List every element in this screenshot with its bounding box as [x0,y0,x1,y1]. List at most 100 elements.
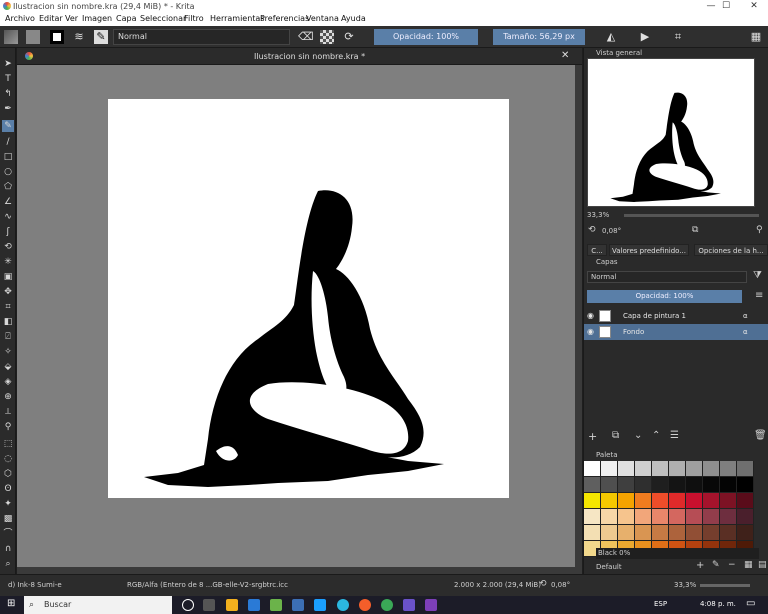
menu-imagen[interactable]: Imagen [82,14,112,23]
move-down-icon[interactable]: ⌄ [634,430,642,441]
menu-editar[interactable]: Editar [39,14,63,23]
freehand-path-icon[interactable]: ʃ [2,226,14,238]
visibility-eye-icon[interactable]: ◉ [587,308,594,324]
palette-swatch[interactable] [584,477,601,493]
task-view-icon[interactable] [203,599,215,611]
palette-settings-icon[interactable]: ▤ [758,560,767,570]
reference-tool-icon[interactable]: ⚲ [2,421,14,433]
palette-swatch[interactable] [737,509,754,525]
alpha-lock-icon[interactable]: α [743,324,748,340]
ellipse-select-icon[interactable]: ◌ [2,453,14,465]
palette-swatch[interactable] [703,525,720,541]
alpha-lock-icon[interactable] [320,30,334,44]
palette-swatch[interactable] [720,509,737,525]
text-tool-icon[interactable]: T [2,73,14,85]
ellipse-tool-icon[interactable]: ○ [2,166,14,178]
palette-swatch[interactable] [669,477,686,493]
palette-swatch[interactable] [669,461,686,477]
palette-swatch[interactable] [635,493,652,509]
palette-swatch[interactable] [669,493,686,509]
zoom-slider[interactable] [700,584,750,587]
palette-swatch[interactable] [601,509,618,525]
xbox-icon[interactable] [270,599,282,611]
palette-swatch[interactable] [703,461,720,477]
vertical-scrollbar[interactable] [575,65,582,574]
cortana-icon[interactable] [182,599,194,611]
zoom-tool-icon[interactable]: ⌕ [2,558,14,570]
layer-opacity-slider[interactable]: Opacidad: 100% [587,290,742,303]
freehand-brush-icon[interactable]: ✎ [2,120,14,132]
color-picker-icon[interactable]: ⍁ [2,331,14,343]
crop-tool-icon[interactable]: ⌗ [2,301,14,313]
tab-presets[interactable]: Valores predefinido... [609,244,689,256]
palette-swatch[interactable] [669,509,686,525]
palette-swatch[interactable] [669,525,686,541]
palette-grid-icon[interactable]: ▦ [744,560,753,570]
pin-icon[interactable]: ⚲ [756,225,763,235]
magnetic-select-icon[interactable]: ∩ [2,543,14,555]
move-up-icon[interactable]: ⌃ [652,430,660,441]
mirror-horizontal-icon[interactable]: ◭ [604,30,618,44]
menu-herramientas[interactable]: Herramientas [210,14,265,23]
krita-taskbar-icon[interactable] [425,599,437,611]
palette-set-name[interactable]: Default [596,563,622,571]
palette-swatch[interactable] [686,509,703,525]
delete-layer-icon[interactable]: 🗑 [754,430,767,441]
taskbar-search[interactable]: ⌕ Buscar [24,596,172,614]
palette-swatch[interactable] [584,461,601,477]
store-icon[interactable] [248,599,260,611]
layer-menu-icon[interactable]: ≡ [755,290,763,301]
palette-swatch[interactable] [737,461,754,477]
rect-select-icon[interactable]: ⬚ [2,438,14,450]
palette-swatch[interactable] [618,493,635,509]
mirror-vertical-icon[interactable]: ▶ [638,30,652,44]
overview-thumbnail[interactable] [587,58,755,207]
visibility-eye-icon[interactable]: ◉ [587,324,594,340]
brush-name[interactable]: d) Ink-8 Sumi-e [8,581,62,589]
palette-swatch[interactable] [686,461,703,477]
palette-swatch[interactable] [720,493,737,509]
alpha-lock-icon[interactable]: α [743,308,748,324]
layer-properties-icon[interactable]: ☰ [670,430,679,441]
polygon-select-icon[interactable]: ⬡ [2,468,14,480]
notifications-icon[interactable]: ▭ [746,598,755,609]
menu-capa[interactable]: Capa [116,14,136,23]
calligraphy-icon[interactable]: ✒ [2,103,14,115]
palette-swatch[interactable] [618,477,635,493]
palette-swatch[interactable] [601,461,618,477]
palette-swatch[interactable] [686,493,703,509]
menu-filtro[interactable]: Filtro [184,14,204,23]
tab-tool-options[interactable]: Opciones de la h... [694,244,768,256]
clock[interactable]: 4:08 p. m. [700,600,736,608]
file-explorer-icon[interactable] [226,599,238,611]
bezier-select-icon[interactable]: ⌒ [2,528,14,540]
edge-icon[interactable] [337,599,349,611]
measure-tool-icon[interactable]: ⟂ [2,406,14,418]
document-tab[interactable]: Ilustracion sin nombre.kra * ✕ [17,48,582,65]
input-language[interactable]: ESP [654,600,667,608]
line-tool-icon[interactable]: / [2,136,14,148]
canvas-paper[interactable] [108,99,509,498]
overview-zoom-slider[interactable] [624,214,759,217]
firefox-icon[interactable] [359,599,371,611]
maximize-button[interactable]: ☐ [712,0,740,13]
palette-swatch[interactable] [601,525,618,541]
reload-preset-icon[interactable]: ⟳ [342,30,356,44]
docker-menu-icon[interactable]: ▦ [749,30,763,44]
smart-patch-icon[interactable]: ✧ [2,346,14,358]
mirror-view-icon[interactable]: ⧉ [692,225,698,235]
gradient-tool-icon[interactable]: ◧ [2,316,14,328]
size-slider[interactable]: Tamaño: 56,29 px [493,29,585,45]
brush-editor-icon[interactable]: ≋ [72,30,86,44]
opacity-slider[interactable]: Opacidad: 100% [374,29,478,45]
palette-swatch[interactable] [618,525,635,541]
palette-swatch[interactable] [584,525,601,541]
rotate-canvas-icon[interactable]: ⟲ [539,579,547,589]
menu-archivo[interactable]: Archivo [5,14,35,23]
palette-swatch[interactable] [584,509,601,525]
fill-tool-icon[interactable]: ⬙ [2,361,14,373]
enclose-fill-icon[interactable]: ◈ [2,376,14,388]
palette-swatch[interactable] [737,493,754,509]
horizontal-scrollbar[interactable] [17,567,575,574]
freehand-select-icon[interactable]: ʘ [2,483,14,495]
